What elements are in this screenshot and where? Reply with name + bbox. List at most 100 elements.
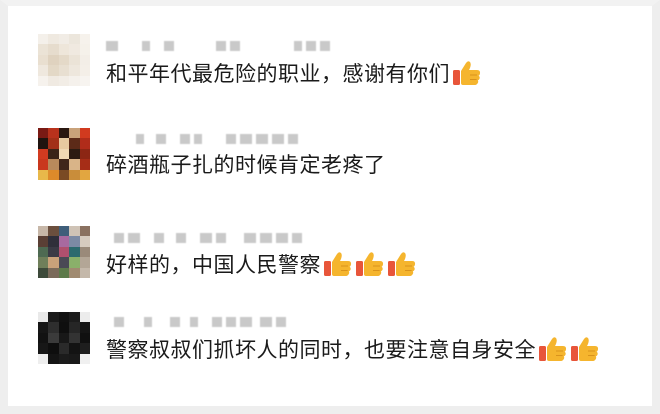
reaction-group xyxy=(536,335,600,363)
avatar-pixel xyxy=(79,353,90,364)
avatar-pixel xyxy=(48,322,59,333)
avatar-pixel xyxy=(48,226,59,237)
avatar-pixel xyxy=(48,148,59,160)
avatar-pixel xyxy=(48,44,59,55)
avatar-pixel xyxy=(58,75,70,86)
avatar-pixel xyxy=(69,226,80,237)
avatar-pixel xyxy=(38,75,49,86)
avatar-pixel xyxy=(38,34,49,45)
avatar-pixel xyxy=(79,169,90,180)
avatar-pixel xyxy=(69,138,80,149)
comment-body: 和平年代最危险的职业，感谢有你们 xyxy=(106,62,450,86)
reaction-group xyxy=(321,250,417,278)
avatar-pixel xyxy=(58,128,70,139)
avatar-pixel xyxy=(69,267,80,278)
avatar-pixel xyxy=(58,353,70,364)
avatar-pixel xyxy=(38,236,49,247)
avatar-pixel xyxy=(79,246,90,258)
avatar-pixel xyxy=(69,148,80,160)
comment-body: 碎酒瓶子扎的时候肯定老疼了 xyxy=(106,153,386,177)
thumbs-up-icon xyxy=(355,250,385,278)
thumbs-up-icon xyxy=(452,59,482,87)
comment-text: 警察叔叔们抓坏人的同时，也要注意自身安全 xyxy=(106,332,616,368)
avatar-pixel xyxy=(79,128,90,139)
avatar-pixel xyxy=(48,343,59,354)
thumbs-up-icon xyxy=(570,335,600,363)
avatar-pixel xyxy=(38,312,49,323)
avatar-pixel xyxy=(58,169,70,180)
avatar-pixel xyxy=(38,148,49,160)
avatar-pixel xyxy=(58,148,70,160)
avatar-pixel xyxy=(69,75,80,86)
avatar[interactable] xyxy=(38,312,90,364)
avatar-pixel xyxy=(79,54,90,66)
avatar-pixel xyxy=(38,128,49,139)
avatar-pixel xyxy=(79,44,90,55)
avatar-pixel xyxy=(79,267,90,278)
comment-list: 和平年代最危险的职业，感谢有你们 碎酒瓶子扎的时候肯定老疼了 好样的，中国人民警… xyxy=(0,0,660,414)
comment-body: 警察叔叔们抓坏人的同时，也要注意自身安全 xyxy=(106,338,536,362)
avatar-pixel xyxy=(48,54,59,66)
avatar-pixel xyxy=(48,65,59,76)
avatar-pixel xyxy=(38,246,49,258)
avatar-pixel xyxy=(69,332,80,344)
username-blurred[interactable] xyxy=(106,133,298,145)
avatar-pixel xyxy=(79,65,90,76)
avatar-pixel xyxy=(69,257,80,268)
avatar-pixel xyxy=(69,159,80,170)
avatar-pixel xyxy=(79,148,90,160)
thumbs-up-icon xyxy=(323,250,353,278)
comment-text: 和平年代最危险的职业，感谢有你们 xyxy=(106,56,482,92)
avatar-pixel xyxy=(48,75,59,86)
avatar-pixel xyxy=(48,332,59,344)
avatar-pixel xyxy=(58,343,70,354)
avatar-pixel xyxy=(58,236,70,247)
avatar-pixel xyxy=(69,312,80,323)
avatar-pixel xyxy=(38,343,49,354)
avatar-pixel xyxy=(69,34,80,45)
avatar-pixel xyxy=(58,34,70,45)
avatar-pixel xyxy=(58,267,70,278)
comment-text: 好样的，中国人民警察 xyxy=(106,247,417,283)
avatar-pixel xyxy=(48,34,59,45)
username-blurred[interactable] xyxy=(106,40,330,52)
avatar-pixel xyxy=(79,159,90,170)
avatar-pixel xyxy=(38,54,49,66)
avatar-pixel xyxy=(69,353,80,364)
avatar-pixel xyxy=(58,226,70,237)
avatar-pixel xyxy=(58,322,70,333)
avatar[interactable] xyxy=(38,128,90,180)
avatar-pixel xyxy=(79,138,90,149)
avatar-pixel xyxy=(38,322,49,333)
username-blurred[interactable] xyxy=(106,316,286,328)
avatar-pixel xyxy=(58,159,70,170)
username-blurred[interactable] xyxy=(106,232,302,244)
avatar-pixel xyxy=(38,353,49,364)
reaction-group xyxy=(450,59,482,87)
avatar-pixel xyxy=(79,236,90,247)
avatar-pixel xyxy=(69,322,80,333)
avatar-pixel xyxy=(48,169,59,180)
comment-body: 好样的，中国人民警察 xyxy=(106,253,321,277)
avatar-pixel xyxy=(38,169,49,180)
avatar-pixel xyxy=(48,159,59,170)
avatar-pixel xyxy=(38,226,49,237)
avatar-pixel xyxy=(69,169,80,180)
thumbs-up-icon xyxy=(387,250,417,278)
avatar-pixel xyxy=(48,138,59,149)
avatar[interactable] xyxy=(38,34,90,86)
avatar-pixel xyxy=(58,246,70,258)
avatar-pixel xyxy=(58,332,70,344)
avatar-pixel xyxy=(69,65,80,76)
avatar-pixel xyxy=(79,322,90,333)
avatar-pixel xyxy=(79,332,90,344)
avatar-pixel xyxy=(38,257,49,268)
avatar-pixel xyxy=(38,267,49,278)
avatar-pixel xyxy=(48,257,59,268)
thumbs-up-icon xyxy=(538,335,568,363)
avatar-pixel xyxy=(79,226,90,237)
avatar-pixel xyxy=(38,159,49,170)
avatar-pixel xyxy=(38,138,49,149)
avatar[interactable] xyxy=(38,226,90,278)
avatar-pixel xyxy=(48,128,59,139)
